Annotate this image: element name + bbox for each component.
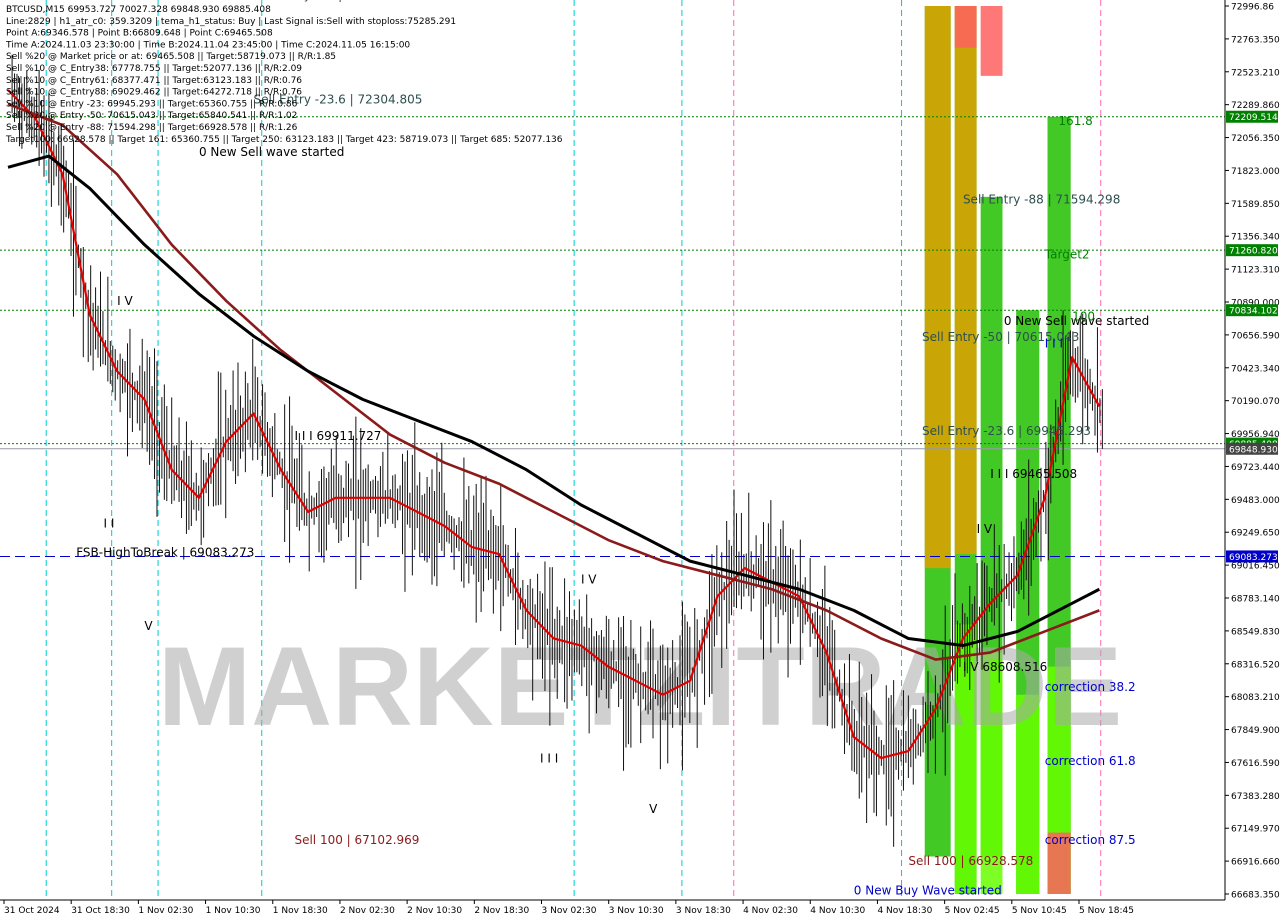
x-tick-label: 4 Nov 18:30: [877, 906, 932, 916]
y-tick-label: 71123.310: [1231, 266, 1280, 276]
price-tag-label-5: 69083.273: [1229, 553, 1278, 563]
y-tick-label: 72996.86: [1231, 3, 1274, 13]
y-tick-label: 70423.340: [1231, 364, 1280, 374]
signal-band-5: [980, 6, 1003, 76]
annotation-23: correction 61.8: [1045, 754, 1136, 768]
y-tick-label: 67149.970: [1231, 825, 1280, 835]
y-tick-label: 70190.070: [1231, 397, 1280, 407]
info-line-3: Time A:2024.11.03 23:30:00 | Time B:2024…: [5, 40, 410, 50]
x-tick-label: 5 Nov 18:45: [1079, 906, 1134, 916]
x-tick-label: 2 Nov 18:30: [474, 906, 529, 916]
info-line-2: Point A:69346.578 | Point B:66809.648 | …: [6, 29, 273, 39]
x-tick-label: 1 Nov 18:30: [273, 906, 328, 916]
y-tick-label: 72289.860: [1231, 101, 1280, 111]
annotation-12: FSB-HighToBreak | 69083.273: [76, 545, 254, 559]
x-tick-label: 31 Oct 18:30: [71, 906, 130, 916]
annotation-26: Sell 100 | 66928.578: [908, 854, 1033, 868]
x-tick-label: 4 Nov 02:30: [743, 906, 798, 916]
annotation-4: 161.8: [1058, 114, 1092, 128]
annotation-15: V: [144, 619, 153, 633]
annotation-0: Sell Entry -50 | 73046.317: [254, 0, 411, 2]
info-line-6: Sell %10 @ C_Entry61: 68377.471 || Targe…: [6, 76, 302, 86]
signal-band-1: [924, 6, 951, 569]
annotation-7: 100: [1072, 310, 1095, 324]
signal-band-4: [954, 6, 977, 48]
price-tag-label-0: 72209.514: [1229, 113, 1278, 123]
y-tick-label: 69249.650: [1231, 529, 1280, 539]
x-tick-label: 31 Oct 2024: [4, 906, 60, 916]
y-tick-label: 71356.340: [1231, 233, 1280, 243]
y-tick-label: 72763.350: [1231, 35, 1280, 45]
annotation-3: Sell Entry -88 | 71594.298: [963, 192, 1120, 206]
annotation-2: 0 New Sell wave started: [199, 145, 344, 159]
y-tick-label: 67849.900: [1231, 726, 1280, 736]
y-tick-label: 71589.850: [1231, 200, 1280, 210]
x-tick-label: 2 Nov 02:30: [340, 906, 395, 916]
annotation-21: I V 68608.516: [963, 660, 1047, 674]
y-tick-label: 68083.210: [1231, 693, 1280, 703]
info-line-9: Sell %20 @ Entry -50: 70615.043 || Targe…: [6, 111, 297, 121]
info-line-5: Sell %10 @ C_Entry38: 67778.755 || Targe…: [6, 64, 302, 74]
annotation-9: I I I 69911.727: [294, 429, 381, 443]
annotation-13: I V: [117, 294, 133, 308]
y-tick-label: 66683.350: [1231, 891, 1280, 901]
x-tick-label: 4 Nov 10:30: [810, 906, 865, 916]
x-tick-label: 1 Nov 10:30: [206, 906, 261, 916]
annotation-19: I V: [977, 522, 993, 536]
x-tick-label: 3 Nov 18:30: [676, 906, 731, 916]
signal-band-3: [954, 6, 977, 555]
annotation-5: Target2: [1044, 248, 1090, 262]
annotation-24: correction 87.5: [1045, 833, 1136, 847]
x-tick-label: 5 Nov 10:45: [1012, 906, 1067, 916]
price-tag-label-4: 69848.930: [1229, 445, 1278, 455]
price-chart[interactable]: MARKETZITRADE Sell Entry -50 | 73046.317…: [0, 0, 1280, 920]
annotation-16: I V: [581, 573, 597, 587]
info-line-0: BTCUSD,M15 69953.727 70027.328 69848.930…: [6, 5, 271, 15]
info-line-10: Sell %20 @ Entry -88: 71594.298 || Targe…: [6, 123, 298, 133]
x-tick-label: 2 Nov 10:30: [407, 906, 462, 916]
y-tick-label: 68549.830: [1231, 627, 1280, 637]
annotation-11: I I I 69465.508: [990, 467, 1077, 481]
annotation-20: I I I: [1045, 336, 1063, 350]
y-tick-label: 69723.440: [1231, 463, 1280, 473]
annotation-27: 0 New Buy Wave started: [854, 883, 1002, 897]
info-line-1: Line:2829 | h1_atr_c0: 359.3209 | tema_h…: [6, 17, 456, 27]
x-tick-label: 1 Nov 02:30: [138, 906, 193, 916]
price-tag-label-2: 70834.102: [1229, 307, 1278, 317]
y-tick-label: 72523.210: [1231, 68, 1280, 78]
annotation-25: Sell 100 | 67102.969: [294, 833, 419, 847]
y-tick-label: 70656.590: [1231, 331, 1280, 341]
y-tick-label: 69483.000: [1231, 496, 1280, 506]
y-tick-label: 67616.590: [1231, 759, 1280, 769]
y-tick-label: 68783.140: [1231, 595, 1280, 605]
annotation-22: correction 38.2: [1045, 680, 1136, 694]
info-line-8: Sell %10 @ Entry -23: 69945.293 || Targe…: [6, 99, 298, 109]
y-tick-label: 68316.520: [1231, 660, 1280, 670]
x-tick-label: 3 Nov 02:30: [542, 906, 597, 916]
info-line-4: Sell %20 @ Market price or at: 69465.508…: [6, 52, 336, 62]
annotation-18: V: [649, 802, 658, 816]
y-tick-label: 71823.000: [1231, 167, 1280, 177]
annotation-14: I I: [103, 516, 114, 530]
annotation-17: I I I: [540, 751, 558, 765]
price-tag-label-1: 71260.820: [1229, 247, 1278, 257]
info-line-11: Target100: 66928.578 || Target 161: 6536…: [5, 135, 563, 145]
x-tick-label: 3 Nov 10:30: [609, 906, 664, 916]
annotation-10: Sell Entry -23.6 | 69945.293: [922, 424, 1091, 438]
y-tick-label: 67383.280: [1231, 792, 1280, 802]
x-tick-label: 5 Nov 02:45: [945, 906, 1000, 916]
y-tick-label: 72056.350: [1231, 134, 1280, 144]
y-tick-label: 66916.660: [1231, 858, 1280, 868]
y-tick-label: 69016.450: [1231, 562, 1280, 572]
info-line-7: Sell %10 @ C_Entry88: 69029.462 || Targe…: [6, 88, 302, 98]
